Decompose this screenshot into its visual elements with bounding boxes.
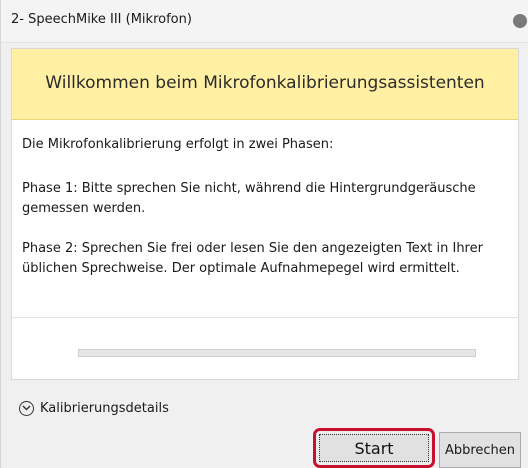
window-title: 2- SpeechMike III (Mikrofon) — [11, 12, 192, 27]
cancel-button[interactable]: Abbrechen — [439, 432, 521, 468]
intro-text: Die Mikrofonkalibrierung erfolgt in zwei… — [22, 137, 334, 152]
phase-2-text: Phase 2: Sprechen Sie frei oder lesen Si… — [22, 241, 483, 276]
divider — [12, 317, 518, 318]
start-button[interactable]: Start — [319, 434, 429, 462]
banner-heading: Willkommen beim Mikrofonkalibrierungsass… — [45, 73, 485, 93]
calibration-details-toggle[interactable]: Kalibrierungsdetails — [19, 398, 169, 418]
title-bar[interactable]: 2- SpeechMike III (Mikrofon) — [1, 0, 528, 43]
start-button-highlight[interactable]: Start — [313, 428, 435, 468]
welcome-banner: Willkommen beim Mikrofonkalibrierungsass… — [12, 49, 518, 120]
chevron-down-circle-icon[interactable] — [19, 400, 34, 416]
calibration-progress-bar — [78, 349, 476, 357]
content-panel: Willkommen beim Mikrofonkalibrierungsass… — [11, 48, 519, 380]
calibration-details-label[interactable]: Kalibrierungsdetails — [40, 401, 169, 416]
calibration-wizard-window: 2- SpeechMike III (Mikrofon) Willkommen … — [0, 0, 528, 468]
window-control-icon[interactable] — [513, 14, 527, 28]
phase-1-text: Phase 1: Bitte sprechen Sie nicht, währe… — [22, 181, 476, 216]
